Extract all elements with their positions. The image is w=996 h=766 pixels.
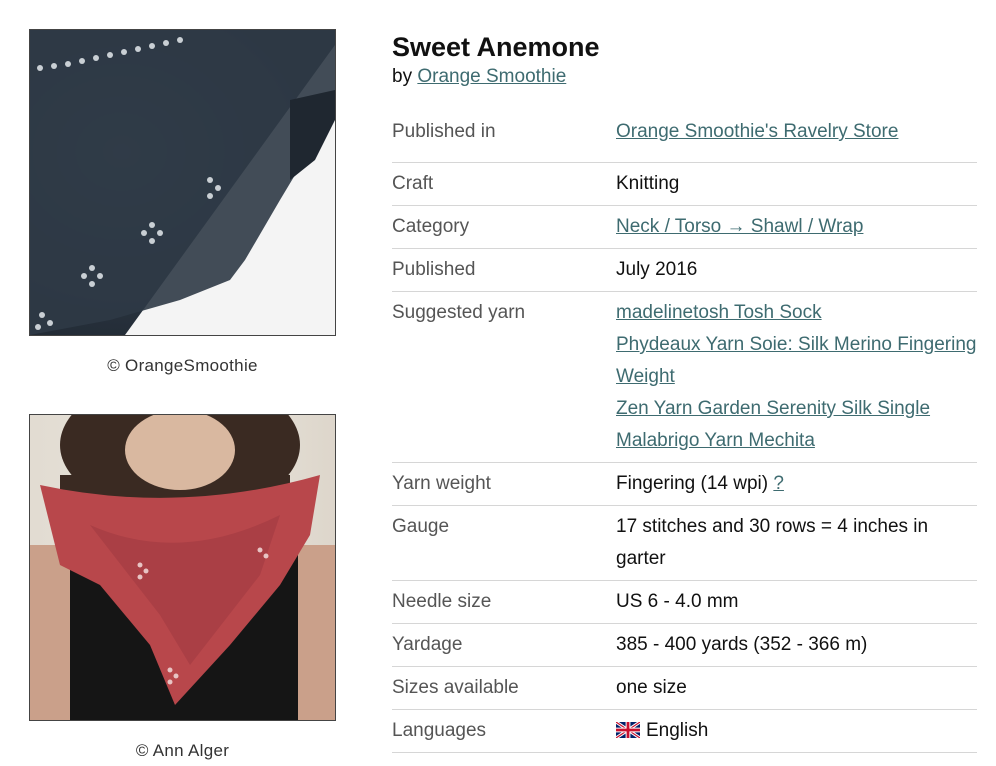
yarn-link[interactable]: Malabrigo Yarn Mechita (616, 430, 815, 451)
detail-row-published: Published July 2016 (392, 248, 977, 292)
gauge-value: 17 stitches and 30 rows = 4 inches in ga… (616, 505, 977, 581)
detail-label: Languages (392, 709, 616, 753)
detail-label: Yarn weight (392, 462, 616, 506)
published-in-link[interactable]: Orange Smoothie's Ravelry Store (616, 121, 898, 142)
detail-label: Suggested yarn (392, 291, 616, 463)
pattern-info: Sweet Anemone by Orange Smoothie Publish… (392, 30, 977, 753)
by-prefix: by (392, 66, 413, 87)
photo-caption: © Ann Alger (135, 741, 230, 760)
designer-link[interactable]: Orange Smoothie (417, 66, 566, 87)
detail-label: Craft (392, 162, 616, 206)
detail-label: Needle size (392, 580, 616, 624)
detail-row-published-in: Published in Orange Smoothie's Ravelry S… (392, 114, 977, 163)
detail-row-suggested-yarn: Suggested yarn madelinetosh Tosh Sock Ph… (392, 291, 977, 463)
yarn-link[interactable]: madelinetosh Tosh Sock (616, 302, 822, 323)
detail-label: Gauge (392, 505, 616, 581)
detail-row-needle-size: Needle size US 6 - 4.0 mm (392, 580, 977, 624)
category-link[interactable]: Neck / Torso → Shawl / Wrap (616, 216, 863, 237)
shawl-eyelet-pattern (30, 30, 335, 335)
yarn-link[interactable]: Zen Yarn Garden Serenity Silk Single (616, 398, 930, 419)
yardage-value: 385 - 400 yards (352 - 366 m) (616, 623, 977, 667)
craft-value: Knitting (616, 162, 977, 206)
photo-caption: © OrangeSmoothie (107, 356, 258, 375)
detail-row-gauge: Gauge 17 stitches and 30 rows = 4 inches… (392, 505, 977, 581)
detail-row-yardage: Yardage 385 - 400 yards (352 - 366 m) (392, 623, 977, 667)
needle-size-value: US 6 - 4.0 mm (616, 580, 977, 624)
detail-label: Category (392, 205, 616, 249)
photo-column: © OrangeSmoothie © Ann Alger (29, 29, 336, 765)
detail-row-craft: Craft Knitting (392, 162, 977, 206)
detail-row-sizes: Sizes available one size (392, 666, 977, 710)
pattern-title: Sweet Anemone (392, 32, 600, 62)
yarn-link[interactable]: Phydeaux Yarn Soie: Silk Merino Fingerin… (616, 334, 977, 387)
detail-label: Published (392, 248, 616, 292)
pattern-photo-2[interactable] (29, 414, 336, 721)
detail-label: Sizes available (392, 666, 616, 710)
detail-row-category: Category Neck / Torso → Shawl / Wrap (392, 205, 977, 249)
model-wearing-shawl (30, 415, 335, 720)
yarn-weight-help-link[interactable]: ? (773, 473, 784, 494)
yarn-weight-value: Fingering (14 wpi) (616, 473, 769, 494)
detail-row-yarn-weight: Yarn weight Fingering (14 wpi) ? (392, 462, 977, 506)
published-value: July 2016 (616, 248, 977, 292)
detail-row-languages: Languages English (392, 709, 977, 753)
language-value: English (646, 720, 709, 741)
uk-flag-icon (616, 722, 640, 738)
detail-label: Published in (392, 114, 616, 163)
pattern-photo-1[interactable] (29, 29, 336, 336)
pattern-details-table: Published in Orange Smoothie's Ravelry S… (392, 114, 977, 753)
detail-label: Yardage (392, 623, 616, 667)
sizes-value: one size (616, 666, 977, 710)
designer-byline: by Orange Smoothie (392, 64, 977, 90)
